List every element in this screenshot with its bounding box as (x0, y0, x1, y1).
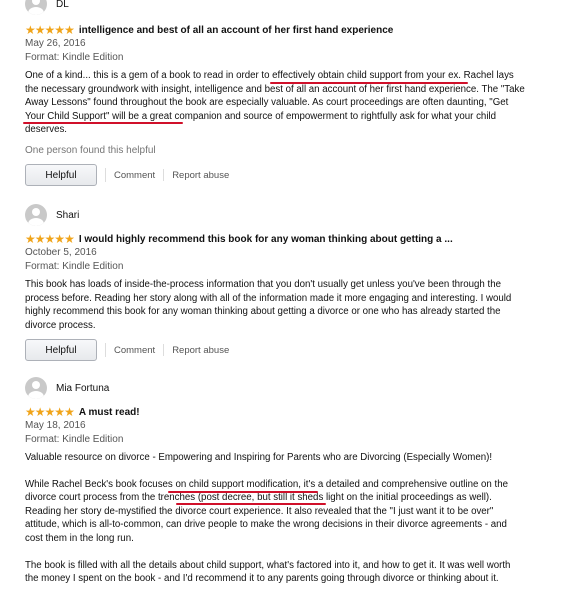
star-icon: ★ (34, 405, 46, 419)
avatar (25, 204, 47, 226)
star-icon: ★ (25, 23, 36, 37)
star-icon: ★ (25, 405, 36, 419)
red-underline-annotation (270, 82, 468, 84)
red-underline-annotation (168, 491, 318, 493)
star-icon: ★ (64, 232, 75, 246)
review-format[interactable]: Format: Kindle Edition (25, 434, 123, 445)
helpful-button[interactable]: Helpful (25, 339, 97, 361)
review-paragraph: Valuable resource on divorce - Empowerin… (25, 452, 493, 463)
comment-link[interactable]: Comment (114, 170, 155, 181)
avatar (25, 0, 47, 15)
review-actions: Helpful Comment Report abuse (25, 339, 229, 361)
star-icon: ★ (34, 23, 46, 37)
reviewer-profile[interactable]: Shari (25, 204, 79, 226)
star-icon: ★ (64, 405, 75, 419)
review-paragraph: While Rachel Beck's book focuses on chil… (25, 478, 508, 544)
star-rating: ★ ★ ★ ★ ★ (25, 232, 75, 246)
review-paragraph: This book has loads of inside-the-proces… (25, 279, 512, 331)
reviewer-name: DL (56, 0, 69, 10)
review-title[interactable]: A must read! (79, 407, 140, 418)
review-title-row: ★ ★ ★ ★ ★ intelligence and best of all an ac… (25, 23, 393, 37)
helpful-button[interactable]: Helpful (25, 164, 97, 186)
reviewer-name: Shari (56, 209, 80, 221)
comment-link[interactable]: Comment (114, 345, 155, 356)
review-format[interactable]: Format: Kindle Edition (25, 52, 123, 63)
report-abuse-link[interactable]: Report abuse (172, 170, 229, 181)
star-icon: ★ (54, 405, 65, 419)
avatar (25, 377, 47, 399)
star-icon: ★ (44, 23, 56, 37)
reviewer-profile[interactable]: DL (25, 0, 69, 15)
review-format[interactable]: Format: Kindle Edition (25, 261, 123, 272)
star-icon: ★ (44, 405, 56, 419)
star-icon: ★ (25, 232, 36, 246)
review-date: May 18, 2016 (25, 420, 86, 431)
review-title-row: ★ ★ ★ ★ ★ I would highly recommend this book… (25, 232, 453, 246)
star-icon: ★ (54, 232, 65, 246)
review-body: Valuable resource on divorce - Empowerin… (25, 451, 525, 599)
star-rating: ★ ★ ★ ★ ★ (25, 23, 75, 37)
red-underline-annotation (23, 122, 183, 124)
reviewer-profile[interactable]: Mia Fortuna (25, 377, 109, 399)
star-icon: ★ (54, 23, 65, 37)
review-date: May 26, 2016 (25, 38, 86, 49)
review-paragraph: The book is filled with all the details … (25, 559, 511, 585)
review-body: This book has loads of inside-the-proces… (25, 278, 525, 345)
review-title[interactable]: intelligence and best of all an account … (79, 25, 394, 36)
star-icon: ★ (34, 232, 46, 246)
helpful-count: One person found this helpful (25, 145, 156, 156)
reviewer-name: Mia Fortuna (56, 382, 110, 394)
star-icon: ★ (44, 232, 56, 246)
review-actions: Helpful Comment Report abuse (25, 164, 229, 186)
red-underline-annotation (176, 503, 326, 505)
star-rating: ★ ★ ★ ★ ★ (25, 405, 75, 419)
review-date: October 5, 2016 (25, 247, 97, 258)
review-paragraph: One of a kind... this is a gem of a book… (25, 70, 525, 136)
report-abuse-link[interactable]: Report abuse (172, 345, 229, 356)
star-icon: ★ (64, 23, 75, 37)
review-title-row: ★ ★ ★ ★ ★ A must read! (25, 405, 140, 419)
review-title[interactable]: I would highly recommend this book for a… (79, 234, 453, 245)
